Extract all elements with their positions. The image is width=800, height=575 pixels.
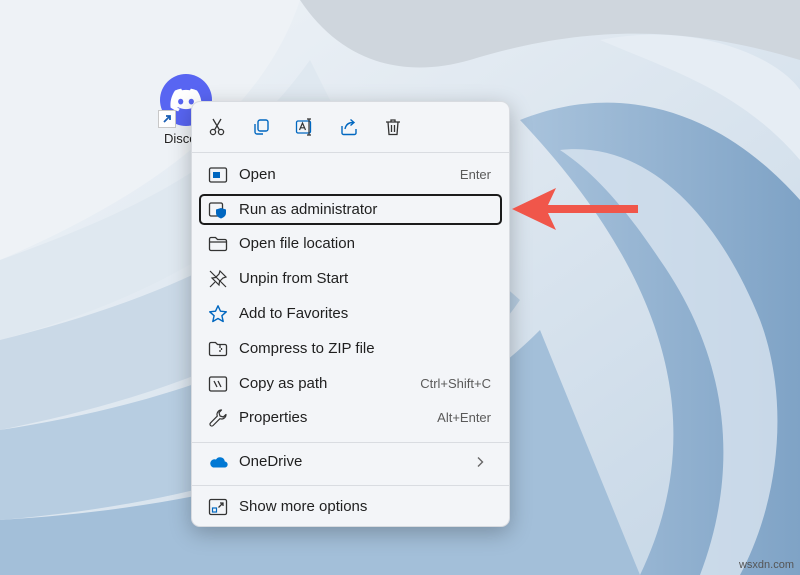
separator: [192, 485, 509, 486]
menu-item-label: Add to Favorites: [239, 305, 349, 322]
menu-item-shortcut: Ctrl+Shift+C: [420, 376, 491, 391]
rename-icon: [295, 118, 312, 136]
menu-item-compress-to-zip[interactable]: Compress to ZIP file: [200, 333, 501, 364]
context-menu: Open Enter Run as administrator Open fil…: [191, 101, 510, 527]
menu-item-label: Compress to ZIP file: [239, 340, 375, 357]
menu-item-shortcut: Alt+Enter: [437, 410, 491, 425]
open-app-icon: [208, 167, 228, 183]
separator: [192, 152, 509, 153]
menu-item-unpin-from-start[interactable]: Unpin from Start: [200, 263, 501, 294]
copy-path-icon: [208, 376, 228, 392]
menu-item-open-file-location[interactable]: Open file location: [200, 228, 501, 259]
context-menu-toolbar: [192, 102, 509, 152]
star-icon: [209, 305, 227, 323]
onedrive-cloud-icon: [210, 457, 228, 468]
menu-item-label: Copy as path: [239, 375, 328, 392]
uac-shield-icon: [208, 202, 226, 219]
copy-icon: [254, 119, 269, 135]
menu-item-label: Unpin from Start: [239, 270, 349, 287]
delete-button[interactable]: [378, 112, 408, 142]
share-button[interactable]: [334, 112, 364, 142]
shortcut-arrow-icon: [158, 110, 176, 128]
menu-item-label: Open: [239, 166, 276, 183]
folder-icon: [208, 236, 228, 252]
more-options-icon: [208, 498, 228, 516]
menu-item-label: Properties: [239, 409, 308, 426]
rename-button[interactable]: [290, 112, 320, 142]
chevron-right-icon: [477, 457, 484, 467]
copy-button[interactable]: [246, 112, 276, 142]
menu-item-show-more-options[interactable]: Show more options: [200, 491, 501, 522]
menu-item-properties[interactable]: Properties Alt+Enter: [200, 402, 501, 433]
cut-button[interactable]: [202, 112, 232, 142]
menu-item-label: Open file location: [239, 235, 355, 252]
watermark: wsxdn.com: [738, 559, 794, 571]
menu-item-label: OneDrive: [239, 453, 303, 470]
wrench-icon: [209, 409, 227, 427]
cut-icon: [209, 118, 225, 136]
red-pointer-arrow: [512, 188, 638, 230]
menu-item-label: Show more options: [239, 498, 368, 515]
menu-item-onedrive[interactable]: OneDrive: [200, 446, 501, 477]
menu-item-shortcut: Enter: [459, 167, 491, 182]
menu-item-open[interactable]: Open Enter: [200, 159, 501, 190]
menu-item-copy-as-path[interactable]: Copy as path Ctrl+Shift+C: [200, 368, 501, 399]
unpin-icon: [209, 269, 228, 288]
share-icon: [341, 118, 357, 136]
menu-item-run-as-administrator[interactable]: Run as administrator: [199, 194, 502, 225]
delete-icon: [386, 119, 400, 136]
menu-item-label: Run as administrator: [239, 201, 378, 218]
zip-folder-icon: [208, 341, 228, 357]
separator: [192, 442, 509, 443]
menu-item-add-to-favorites[interactable]: Add to Favorites: [200, 298, 501, 329]
